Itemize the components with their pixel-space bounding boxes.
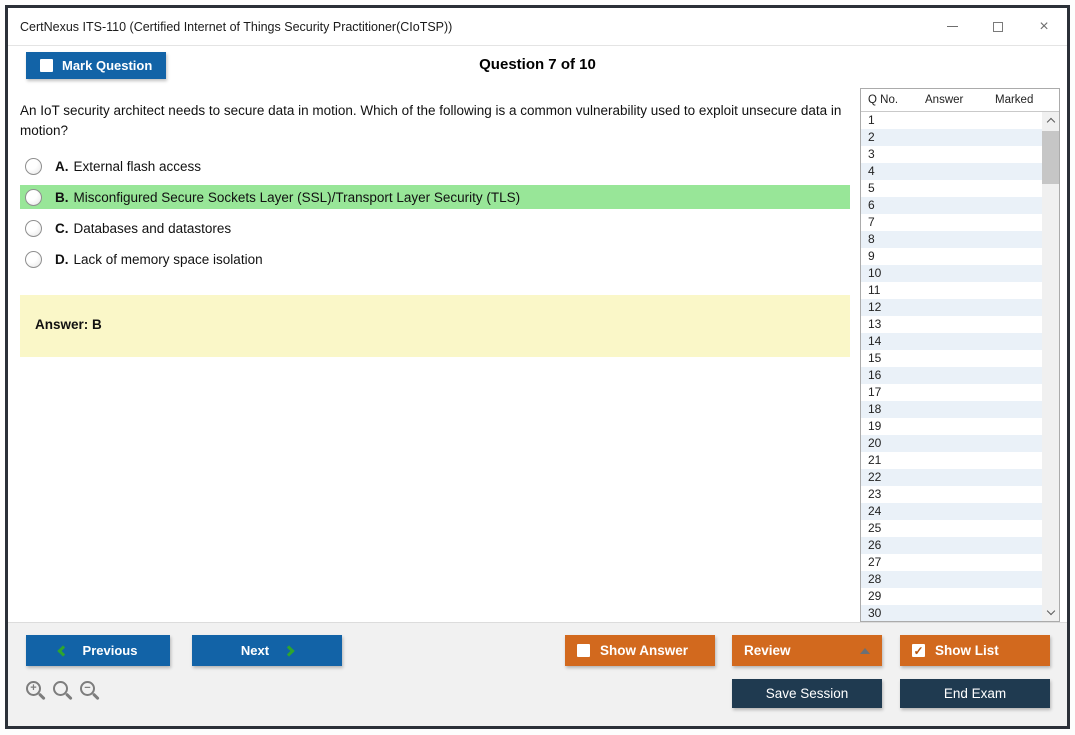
show-list-button[interactable]: Show List [900, 635, 1050, 666]
show-list-label: Show List [935, 643, 999, 658]
question-list-row[interactable]: 15 [861, 350, 1042, 367]
review-label: Review [744, 643, 791, 658]
option-letter: C. [55, 220, 69, 236]
window-title: CertNexus ITS-110 (Certified Internet of… [20, 19, 453, 34]
radio-button-icon[interactable] [25, 157, 42, 175]
radio-button-icon[interactable] [25, 219, 42, 237]
question-list-row[interactable]: 23 [861, 486, 1042, 503]
option-text: External flash access [73, 158, 202, 174]
question-list-row[interactable]: 28 [861, 571, 1042, 588]
next-button[interactable]: Next [192, 635, 342, 666]
zoom-icon[interactable] [53, 681, 68, 696]
option-text: Databases and datastores [73, 220, 232, 236]
question-list-row[interactable]: 8 [861, 231, 1042, 248]
maximize-button[interactable] [975, 8, 1021, 45]
question-list-row[interactable]: 26 [861, 537, 1042, 554]
question-list-row[interactable]: 18 [861, 401, 1042, 418]
question-list-row[interactable]: 27 [861, 554, 1042, 571]
question-list-body: 1 2 3 4 5 6 7 8 9 10 11 12 13 14 15 16 17 18 19 20 21 22 23 24 2… [861, 112, 1059, 621]
scrollbar-thumb[interactable] [1042, 131, 1059, 184]
zoom-out-icon[interactable]: − [80, 681, 95, 696]
screen: CertNexus ITS-110 (Certified Internet of… [0, 0, 1075, 735]
question-list-row[interactable]: 24 [861, 503, 1042, 520]
review-button[interactable]: Review [732, 635, 882, 666]
option-b[interactable]: B. Misconfigured Secure Sockets Layer (SS… [20, 185, 850, 209]
radio-button-icon[interactable] [25, 188, 42, 206]
previous-label: Previous [82, 643, 138, 658]
option-letter: B. [55, 189, 69, 205]
column-answer: Answer [925, 94, 964, 106]
question-list-scrollbar[interactable] [1042, 112, 1059, 621]
close-icon: × [1039, 17, 1049, 35]
question-list-row[interactable]: 13 [861, 316, 1042, 333]
chevron-left-icon [56, 644, 69, 657]
show-answer-button[interactable]: Show Answer [565, 635, 715, 666]
app-window: CertNexus ITS-110 (Certified Internet of… [5, 5, 1070, 729]
column-qno: Q No. [868, 94, 899, 106]
question-text: An IoT security architect needs to secur… [20, 103, 842, 138]
option-d[interactable]: D. Lack of memory space isolation [20, 247, 850, 271]
question-list-row[interactable]: 22 [861, 469, 1042, 486]
question-list-panel: Q No. Answer Marked 1 2 3 4 5 6 7 8 9 10 11 12 13 14 1… [860, 88, 1060, 622]
question-list-row[interactable]: 19 [861, 418, 1042, 435]
radio-button-icon[interactable] [25, 250, 42, 268]
answer-box: Answer: B [20, 295, 850, 357]
maximize-icon [993, 21, 1003, 32]
column-marked: Marked [995, 94, 1034, 106]
question-list-row[interactable]: 21 [861, 452, 1042, 469]
question-list-row[interactable]: 9 [861, 248, 1042, 265]
option-c[interactable]: C. Databases and datastores [20, 216, 850, 240]
question-list-row[interactable]: 29 [861, 588, 1042, 605]
next-label: Next [240, 643, 270, 658]
close-button[interactable]: × [1021, 8, 1067, 45]
question-list-rows: 1 2 3 4 5 6 7 8 9 10 11 12 13 14 15 16 17 18 19 20 21 22 23 24 2… [861, 112, 1042, 621]
question-list-row[interactable]: 10 [861, 265, 1042, 282]
question-list-row[interactable]: 16 [861, 367, 1042, 384]
option-letter: A. [55, 158, 69, 174]
minimize-icon [946, 26, 958, 27]
show-answer-label: Show Answer [600, 643, 689, 658]
minimize-button[interactable] [929, 8, 975, 45]
show-answer-checkbox-icon[interactable] [577, 644, 590, 657]
question-list-row[interactable]: 2 [861, 129, 1042, 146]
options-list: A. External flash access B. Misconfigured S… [20, 154, 850, 278]
scroll-down-icon[interactable] [1046, 606, 1055, 616]
question-list-row[interactable]: 17 [861, 384, 1042, 401]
question-list-row[interactable]: 3 [861, 146, 1042, 163]
option-a[interactable]: A. External flash access [20, 154, 850, 178]
question-counter: Question 7 of 10 [479, 56, 596, 73]
question-list-row[interactable]: 1 [861, 112, 1042, 129]
scroll-up-icon[interactable] [1046, 117, 1055, 127]
option-text: Lack of memory space isolation [73, 251, 263, 267]
question-list-row[interactable]: 12 [861, 299, 1042, 316]
question-list-row[interactable]: 5 [861, 180, 1042, 197]
bottom-bar: Previous Next Show Answer Review Show Li… [8, 622, 1067, 726]
chevron-right-icon [283, 644, 295, 657]
question-list-row[interactable]: 6 [861, 197, 1042, 214]
save-session-label: Save Session [765, 686, 849, 701]
question-list-row[interactable]: 7 [861, 214, 1042, 231]
zoom-toolbar: + − [26, 681, 95, 696]
question-list-row[interactable]: 30 [861, 605, 1042, 621]
end-exam-button[interactable]: End Exam [900, 679, 1050, 708]
show-list-checkbox-icon[interactable] [912, 644, 925, 657]
question-list-header: Q No. Answer Marked [861, 89, 1059, 112]
title-bar: CertNexus ITS-110 (Certified Internet of… [8, 8, 1067, 46]
save-session-button[interactable]: Save Session [732, 679, 882, 708]
window-controls: × [929, 8, 1067, 45]
question-list-row[interactable]: 25 [861, 520, 1042, 537]
zoom-in-icon[interactable]: + [26, 681, 41, 696]
previous-button[interactable]: Previous [26, 635, 170, 666]
option-letter: D. [55, 251, 69, 267]
question-list-row[interactable]: 4 [861, 163, 1042, 180]
end-exam-label: End Exam [943, 686, 1007, 701]
answer-label: Answer: B [35, 317, 102, 332]
option-text: Misconfigured Secure Sockets Layer (SSL)… [73, 189, 521, 205]
question-list-row[interactable]: 11 [861, 282, 1042, 299]
question-list-row[interactable]: 20 [861, 435, 1042, 452]
dropdown-up-icon [860, 647, 870, 654]
question-list-row[interactable]: 14 [861, 333, 1042, 350]
